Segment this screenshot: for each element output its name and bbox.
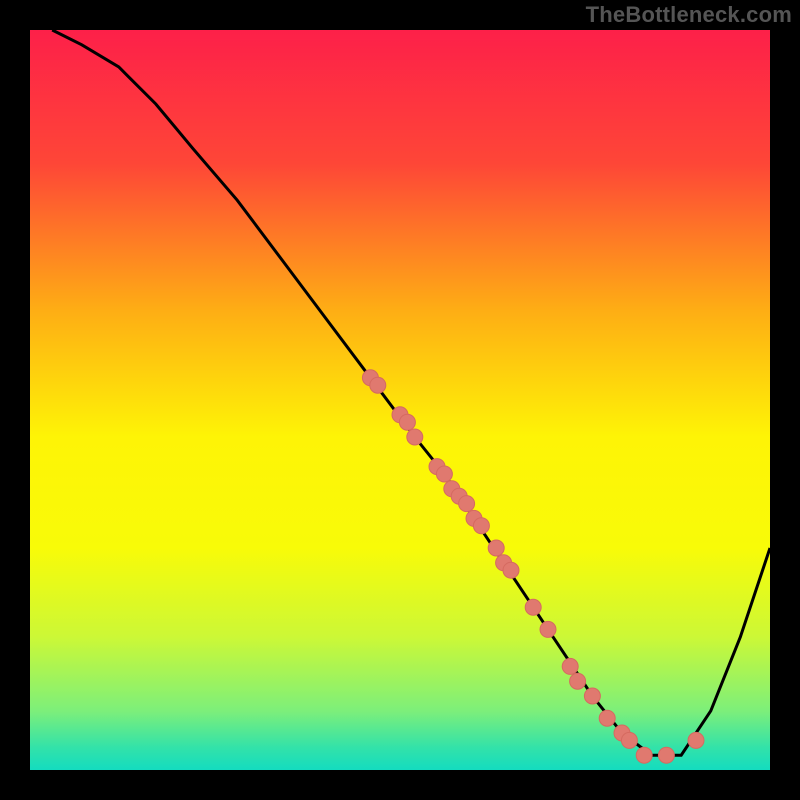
bottleneck-chart	[0, 0, 800, 800]
chart-marker	[488, 540, 504, 556]
chart-marker	[599, 710, 615, 726]
chart-marker	[473, 518, 489, 534]
chart-marker	[688, 732, 704, 748]
chart-marker	[570, 673, 586, 689]
chart-plot-background	[30, 30, 770, 770]
chart-marker	[503, 562, 519, 578]
chart-container: TheBottleneck.com	[0, 0, 800, 800]
chart-marker	[584, 688, 600, 704]
chart-marker	[436, 466, 452, 482]
chart-marker	[370, 377, 386, 393]
chart-marker	[540, 621, 556, 637]
chart-marker	[407, 429, 423, 445]
chart-marker	[459, 496, 475, 512]
chart-marker	[621, 732, 637, 748]
chart-marker	[658, 747, 674, 763]
chart-marker	[636, 747, 652, 763]
chart-marker	[562, 658, 578, 674]
chart-marker	[525, 599, 541, 615]
chart-marker	[399, 414, 415, 430]
